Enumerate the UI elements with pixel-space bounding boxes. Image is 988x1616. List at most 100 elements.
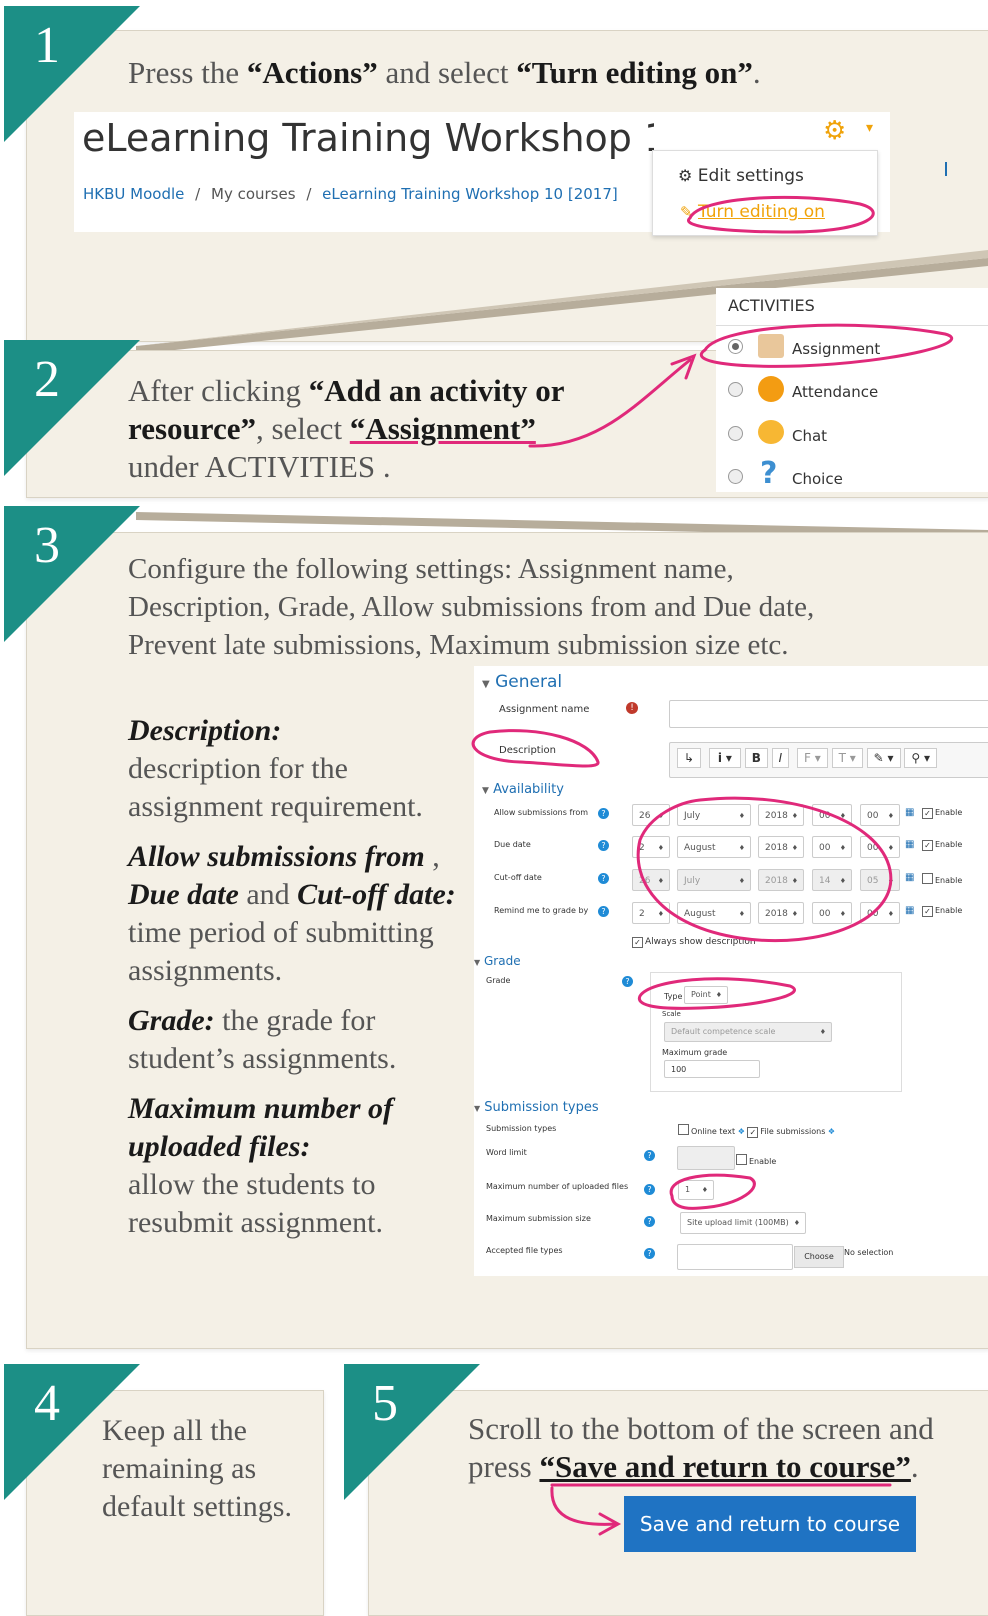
minute-select[interactable]: 00 [860, 902, 900, 925]
toolbar-info-icon[interactable]: i ▾ [708, 748, 741, 768]
menu-turn-editing-on[interactable]: ✎ Turn editing on [680, 202, 825, 222]
day-select[interactable]: 2 [632, 836, 670, 859]
word-limit-input[interactable] [677, 1146, 735, 1170]
hour-value: 00 [819, 909, 831, 919]
breadcrumb-home[interactable]: HKBU Moodle [83, 185, 184, 203]
step5-instruction: Scroll to the bottom of the screen and p… [468, 1410, 988, 1486]
radio-chat[interactable] [728, 426, 743, 441]
toolbar-size-icon[interactable]: T ▾ [831, 748, 863, 768]
actions-gear-icon[interactable]: ⚙ [823, 118, 846, 144]
hour-value: 14 [819, 876, 831, 886]
calendar-icon[interactable]: ▦ [905, 872, 914, 883]
toolbar-font-icon[interactable]: F ▾ [797, 748, 828, 768]
radio-attendance[interactable] [728, 382, 743, 397]
day-select[interactable]: 26 [632, 869, 670, 892]
assignment-name-label: Assignment name [499, 704, 590, 715]
max-files-select[interactable]: 1 [678, 1180, 714, 1200]
minute-select[interactable]: 00 [860, 804, 900, 827]
help-icon[interactable]: ❖ [738, 1127, 745, 1136]
desc-heading: Description: [128, 714, 282, 747]
activity-assignment[interactable]: Assignment [792, 340, 880, 358]
help-icon[interactable]: ❖ [828, 1127, 835, 1136]
caret-down-icon[interactable]: ▾ [866, 120, 873, 136]
help-icon[interactable]: ? [598, 906, 609, 917]
hour-select[interactable]: 14 [812, 869, 852, 892]
breadcrumb-course[interactable]: eLearning Training Workshop 10 [2017] [322, 185, 618, 203]
help-icon[interactable]: ? [598, 873, 609, 884]
enable-label: Enable [749, 1157, 777, 1166]
month-select[interactable]: July [677, 804, 751, 827]
enable-checkbox[interactable]: ✓ Enable [922, 840, 962, 851]
grade-type-select[interactable]: Point [684, 986, 728, 1004]
general-section-header[interactable]: ▼ General [482, 672, 562, 692]
enable-checkbox[interactable]: ✓ Enable [922, 808, 962, 819]
help-icon[interactable]: ? [598, 840, 609, 851]
toolbar-brush-icon[interactable]: ✎ ▾ [866, 748, 901, 768]
toolbar-bulb-icon[interactable]: ⚲ ▾ [904, 748, 937, 768]
step2-resource: resource” [128, 411, 256, 446]
activity-attendance[interactable]: Attendance [792, 383, 878, 401]
calendar-icon[interactable]: ▦ [905, 807, 914, 818]
online-text-checkbox[interactable]: Online text [678, 1124, 735, 1136]
always-show-description[interactable]: ✓ Always show description [632, 937, 756, 948]
year-select[interactable]: 2018 [758, 804, 804, 827]
grade-section-header[interactable]: ▼ Grade [474, 954, 521, 968]
accepted-types-input[interactable] [677, 1244, 793, 1270]
activity-choice[interactable]: Choice [792, 470, 843, 488]
general-label: General [495, 672, 563, 692]
month-select[interactable]: August [677, 902, 751, 925]
max-grade-input[interactable]: 100 [664, 1060, 760, 1078]
file-submissions-checkbox[interactable]: ✓ File submissions [747, 1127, 825, 1138]
help-icon[interactable]: ? [644, 1216, 655, 1227]
calendar-icon[interactable]: ▦ [905, 839, 914, 850]
toolbar-bold-icon[interactable]: B [744, 748, 768, 768]
collapse-icon: ▼ [482, 679, 490, 690]
hour-value: 00 [819, 843, 831, 853]
submission-section-header[interactable]: ▼ Submission types [474, 1100, 599, 1115]
month-select[interactable]: August [677, 836, 751, 859]
help-icon[interactable]: ? [598, 808, 609, 819]
year-select[interactable]: 2018 [758, 869, 804, 892]
help-icon[interactable]: ? [644, 1248, 655, 1259]
max-size-value: Site upload limit (100MB) [687, 1218, 789, 1227]
radio-assignment[interactable] [728, 339, 743, 354]
accepted-types-label: Accepted file types [486, 1246, 563, 1255]
breadcrumb-sep: / [195, 185, 201, 203]
toolbar-expand-icon[interactable]: ↳ [677, 748, 702, 768]
minute-select[interactable]: 05 [860, 869, 900, 892]
enable-checkbox[interactable]: Enable [922, 873, 962, 885]
day-select[interactable]: 26 [632, 804, 670, 827]
minute-select[interactable]: 00 [860, 836, 900, 859]
hour-select[interactable]: 00 [812, 836, 852, 859]
breadcrumb: HKBU Moodle / My courses / eLearning Tra… [83, 185, 618, 203]
year-select[interactable]: 2018 [758, 836, 804, 859]
day-select[interactable]: 2 [632, 902, 670, 925]
activity-chat[interactable]: Chat [792, 427, 827, 445]
enable-checkbox[interactable]: ✓ Enable [922, 906, 962, 917]
assignment-name-input[interactable] [669, 700, 988, 728]
help-icon[interactable]: ? [644, 1184, 655, 1195]
choose-button[interactable]: Choose [794, 1246, 844, 1268]
radio-choice[interactable] [728, 469, 743, 484]
calendar-icon[interactable]: ▦ [905, 905, 914, 916]
activities-heading: ACTIVITIES [728, 296, 815, 315]
breadcrumb-my-courses[interactable]: My courses [211, 185, 296, 203]
toolbar-italic-icon[interactable]: I [771, 748, 790, 768]
hour-select[interactable]: 00 [812, 902, 852, 925]
year-value: 2018 [765, 811, 788, 821]
help-icon[interactable]: ? [644, 1150, 655, 1161]
save-and-return-button[interactable]: Save and return to course [624, 1496, 916, 1552]
step5-number: 5 [372, 1375, 398, 1432]
hour-select[interactable]: 00 [812, 804, 852, 827]
scale-select[interactable]: Default competence scale [664, 1022, 832, 1042]
grade-heading: Grade: [128, 1004, 215, 1037]
word-limit-enable[interactable]: Enable [736, 1154, 776, 1166]
availability-section-header[interactable]: ▼ Availability [482, 782, 564, 797]
submission-checkboxes: Online text ❖ ✓ File submissions ❖ [678, 1124, 835, 1138]
max-size-select[interactable]: Site upload limit (100MB) [680, 1212, 806, 1234]
year-select[interactable]: 2018 [758, 902, 804, 925]
month-select[interactable]: July [677, 869, 751, 892]
menu-edit-settings[interactable]: ⚙ Edit settings [678, 166, 804, 186]
assignment-icon [758, 334, 784, 358]
help-icon[interactable]: ? [622, 976, 633, 987]
